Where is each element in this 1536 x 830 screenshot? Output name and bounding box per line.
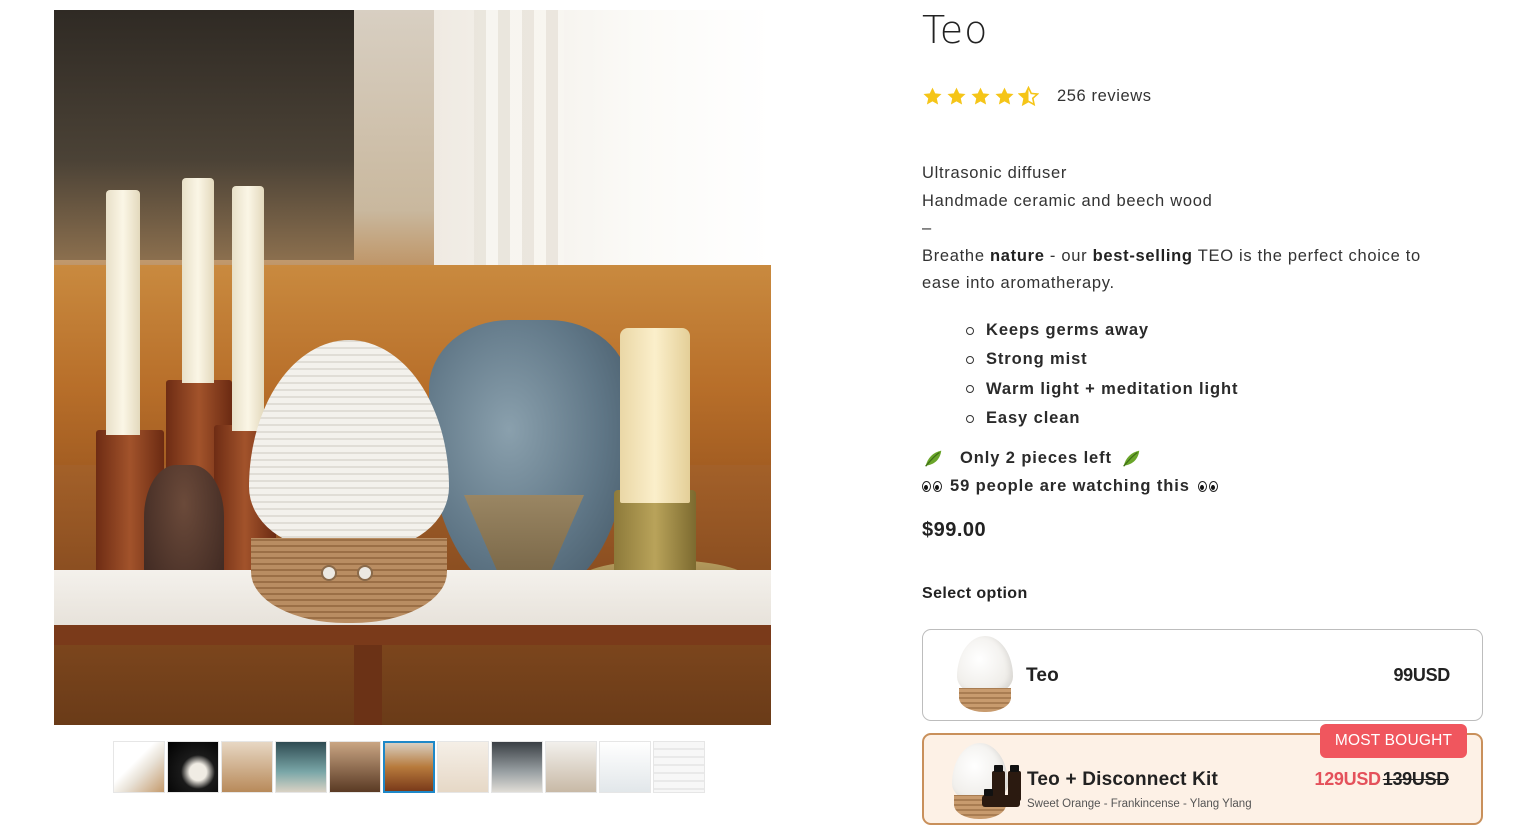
candle	[182, 178, 214, 383]
option-subtitle: Sweet Orange - Frankincense - Ylang Ylan…	[1027, 798, 1252, 810]
teo-diffuser	[249, 340, 449, 625]
stock-row: Only 2 pieces left	[922, 444, 1218, 472]
description-bold: nature	[989, 246, 1045, 265]
eyes-icon	[922, 480, 942, 492]
thumbnail[interactable]	[653, 741, 705, 793]
feature-item: Warm light + meditation light	[966, 375, 1238, 404]
diffuser-button	[321, 565, 337, 581]
thumbnail[interactable]	[437, 741, 489, 793]
option-name: Teo	[1026, 665, 1059, 686]
diffuser-wood-base	[251, 538, 447, 623]
main-product-image[interactable]	[54, 10, 771, 725]
bullet-icon	[966, 385, 974, 394]
oil-bottle	[982, 789, 1020, 807]
thumbnail[interactable]	[545, 741, 597, 793]
feature-list: Keeps germs away Strong mist Warm light …	[966, 316, 1238, 433]
option-teo[interactable]: Teo 99USD	[922, 629, 1483, 721]
feature-item: Strong mist	[966, 345, 1238, 374]
thumbnail[interactable]	[329, 741, 381, 793]
star-icon	[995, 87, 1014, 105]
feature-label: Warm light + meditation light	[986, 379, 1239, 398]
half-star-icon	[1018, 86, 1039, 107]
thumbnail[interactable]	[599, 741, 651, 793]
rating-row[interactable]: 256 reviews	[922, 86, 1152, 107]
stock-info: Only 2 pieces left 59 people are watchin…	[922, 444, 1218, 500]
thumbnail[interactable]	[275, 741, 327, 793]
bullet-icon	[966, 355, 974, 364]
description-line: ease into aromatherapy.	[922, 274, 1115, 292]
thumbnail[interactable]	[167, 741, 219, 793]
description-paragraph: Breathe nature - our best-selling TEO is…	[922, 243, 1421, 271]
review-count[interactable]: 256 reviews	[1057, 87, 1152, 106]
description-line: Handmade ceramic and beech wood	[922, 191, 1213, 210]
thumbnail[interactable]	[221, 741, 273, 793]
diffuser-button	[357, 565, 373, 581]
description-text: - our	[1044, 246, 1093, 265]
feature-label: Easy clean	[986, 408, 1081, 427]
star-icon	[947, 87, 966, 105]
leaf-icon	[925, 450, 942, 467]
stock-text: Only 2 pieces left	[960, 449, 1112, 467]
candle	[106, 190, 140, 435]
option-price: 99USD	[1393, 665, 1450, 685]
option-price: 129USD 139USD	[1315, 769, 1450, 790]
description-text: Breathe	[922, 246, 990, 265]
diffuser-thumbnail	[957, 636, 1013, 714]
star-icon	[923, 87, 942, 105]
star-rating	[922, 86, 1039, 107]
watching-row: 59 people are watching this	[922, 472, 1218, 500]
thumbnail-strip	[113, 741, 705, 793]
feature-label: Keeps germs away	[986, 321, 1149, 339]
thumbnail[interactable]	[113, 741, 165, 793]
option-image	[957, 636, 1017, 716]
original-price: 139USD	[1382, 769, 1450, 789]
sale-price: 129USD	[1314, 769, 1382, 789]
product-price: $99.00	[922, 519, 987, 541]
bullet-icon	[966, 414, 974, 423]
product-title: Teo	[922, 8, 989, 52]
description-dash: –	[922, 219, 932, 237]
option-image	[952, 741, 1032, 821]
table-leg	[354, 645, 382, 725]
table-edge	[54, 625, 771, 645]
pillar-candle	[620, 328, 690, 503]
star-icon	[971, 87, 990, 105]
feature-item: Keeps germs away	[966, 316, 1238, 345]
description-bold: best-selling	[1092, 246, 1193, 265]
most-bought-badge: MOST BOUGHT	[1320, 724, 1467, 758]
description-line: Ultrasonic diffuser	[922, 164, 1068, 182]
description-text: TEO is the perfect choice to	[1192, 246, 1421, 265]
feature-label: Strong mist	[986, 350, 1088, 369]
thumbnail[interactable]	[491, 741, 543, 793]
thumbnail-active[interactable]	[383, 741, 435, 793]
feature-item: Easy clean	[966, 404, 1238, 433]
select-option-label: Select option	[922, 585, 1028, 602]
option-name: Teo + Disconnect Kit	[1027, 769, 1219, 790]
watching-text: 59 people are watching this	[950, 477, 1190, 495]
product-description: Ultrasonic diffuser Handmade ceramic and…	[922, 160, 1421, 298]
leaf-icon	[1123, 450, 1140, 467]
bullet-icon	[966, 326, 974, 335]
diffuser-ceramic-top	[249, 340, 449, 550]
eyes-icon	[1197, 480, 1218, 492]
